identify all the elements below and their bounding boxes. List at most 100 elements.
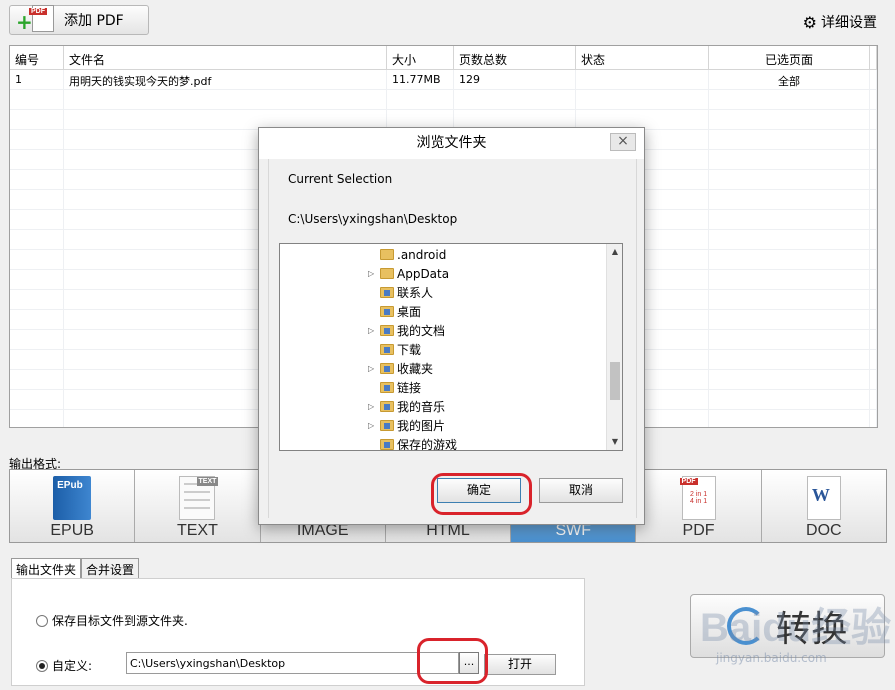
header-number[interactable]: 编号 (10, 46, 64, 69)
header-page-count[interactable]: 页数总数 (454, 46, 576, 69)
settings-button[interactable]: ⚙ 详细设置 (803, 12, 877, 32)
browse-folder-dialog: 浏览文件夹 × Current Selection C:\Users\yxing… (258, 127, 645, 525)
doc-icon: W (806, 476, 841, 520)
expand-arrow-icon[interactable]: ▷ (368, 364, 377, 373)
dialog-ok-button[interactable]: 确定 (437, 478, 521, 503)
tree-scrollbar[interactable]: ▲ ▼ (606, 244, 622, 450)
folder-name: 我的音乐 (397, 400, 446, 414)
folder-name: .android (397, 247, 447, 262)
folder-icon (380, 363, 394, 374)
folder-tree-item[interactable]: 下载 (368, 340, 421, 359)
scroll-down-icon[interactable]: ▼ (607, 434, 622, 450)
cell-spacer (870, 70, 877, 89)
folder-icon (380, 325, 394, 336)
add-pdf-button[interactable]: + PDF 添加 PDF (9, 5, 149, 35)
folder-tree-item[interactable]: ▷ AppData (368, 264, 449, 283)
cell-filename: 用明天的钱实现今天的梦.pdf (64, 70, 387, 89)
folder-tree-item[interactable]: ▷ 收藏夹 (368, 359, 433, 378)
table-row[interactable]: 1 用明天的钱实现今天的梦.pdf 11.77MB 129 全部 (10, 70, 877, 90)
table-row-empty (10, 90, 877, 110)
header-size[interactable]: 大小 (387, 46, 454, 69)
folder-icon (380, 401, 394, 412)
add-pdf-label: 添加 PDF (64, 13, 124, 29)
folder-icon (380, 268, 394, 279)
format-doc-button[interactable]: W DOC (761, 470, 886, 542)
folder-name: 桌面 (397, 305, 422, 319)
convert-label: 转换 (775, 609, 848, 650)
output-path-input[interactable]: C:\Users\yxingshan\Desktop (126, 652, 459, 674)
convert-icon (727, 607, 766, 645)
header-selected-pages[interactable]: 已选页面 (709, 46, 870, 69)
header-status[interactable]: 状态 (576, 46, 709, 69)
folder-name: 我的图片 (397, 419, 446, 433)
folder-tree[interactable]: .android ▷ AppData 联系人 桌面 ▷ 我的文档 下载 ▷ 收藏夹 链接 ▷ 我的音乐 ▷… (279, 243, 623, 451)
folder-icon (380, 420, 394, 431)
scroll-thumb[interactable] (610, 362, 620, 400)
scroll-up-icon[interactable]: ▲ (607, 244, 622, 260)
expand-arrow-icon[interactable]: ▷ (368, 402, 377, 411)
folder-name: 我的文档 (397, 324, 446, 338)
cell-status (576, 70, 709, 89)
header-spacer (870, 46, 877, 69)
radio-custom-row[interactable]: 自定义: (36, 657, 92, 674)
format-doc-label: DOC (806, 522, 842, 539)
folder-tree-item[interactable]: 链接 (368, 378, 421, 397)
radio-source-folder-label: 保存目标文件到源文件夹. (52, 614, 188, 628)
convert-button[interactable]: 转换 (690, 594, 885, 658)
folder-name: 联系人 (397, 286, 434, 300)
dialog-titlebar[interactable]: 浏览文件夹 × (259, 128, 644, 159)
folder-name: 收藏夹 (397, 362, 434, 376)
header-filename[interactable]: 文件名 (64, 46, 387, 69)
dialog-body: Current Selection C:\Users\yxingshan\Des… (268, 159, 637, 518)
cell-page-count: 129 (454, 70, 576, 89)
folder-name: 保存的游戏 (397, 438, 458, 451)
text-icon: TEXT (179, 476, 219, 520)
format-text-button[interactable]: TEXT TEXT (135, 470, 261, 542)
current-selection-label: Current Selection (288, 172, 393, 186)
format-epub-label: EPUB (50, 522, 94, 539)
folder-tree-item[interactable]: ▷ 我的音乐 (368, 397, 445, 416)
folder-icon (380, 306, 394, 317)
format-pdf-label: PDF (682, 522, 715, 539)
gear-icon: ⚙ (802, 12, 817, 32)
dialog-close-button[interactable]: × (610, 133, 636, 151)
browse-button[interactable]: ... (459, 652, 479, 674)
pdf-badge: PDF (29, 8, 47, 15)
folder-tree-item[interactable]: 保存的游戏 (368, 435, 458, 451)
add-pdf-icon: + PDF (14, 5, 58, 33)
radio-source-folder-row[interactable]: 保存目标文件到源文件夹. (36, 612, 188, 629)
dialog-title: 浏览文件夹 (416, 135, 487, 151)
folder-name: AppData (397, 266, 450, 281)
expand-arrow-icon[interactable]: ▷ (368, 269, 377, 278)
cell-size: 11.77MB (387, 70, 454, 89)
folder-icon (380, 344, 394, 355)
folder-icon (380, 382, 394, 393)
cell-number: 1 (10, 70, 64, 89)
expand-arrow-icon[interactable]: ▷ (368, 326, 377, 335)
radio-custom[interactable] (36, 659, 48, 672)
pdf-icon: PDF 2 in 14 in 1 (679, 476, 716, 520)
epub-icon: EPub (53, 476, 92, 520)
folder-icon (380, 249, 394, 260)
cell-selected-pages: 全部 (709, 70, 870, 89)
expand-arrow-icon[interactable]: ▷ (368, 421, 377, 430)
format-epub-button[interactable]: EPub EPUB (10, 470, 136, 542)
dialog-cancel-button[interactable]: 取消 (539, 478, 623, 503)
radio-source-folder[interactable] (36, 614, 48, 627)
current-path: C:\Users\yxingshan\Desktop (288, 212, 458, 226)
settings-label: 详细设置 (821, 15, 877, 31)
folder-tree-item[interactable]: 桌面 (368, 302, 421, 321)
folder-tree-item[interactable]: 联系人 (368, 283, 433, 302)
table-header: 编号 文件名 大小 页数总数 状态 已选页面 (10, 46, 877, 70)
format-pdf-button[interactable]: PDF 2 in 14 in 1 PDF (636, 470, 762, 542)
folder-tree-item[interactable]: ▷ 我的图片 (368, 416, 445, 435)
folder-name: 下载 (397, 343, 422, 357)
open-folder-button[interactable]: 打开 (484, 654, 556, 675)
format-text-label: TEXT (176, 522, 218, 539)
folder-icon (380, 439, 394, 450)
folder-tree-item[interactable]: ▷ 我的文档 (368, 321, 445, 340)
folder-tree-item[interactable]: .android (368, 245, 446, 264)
folder-name: 链接 (397, 381, 422, 395)
radio-custom-label: 自定义: (52, 659, 93, 673)
folder-icon (380, 287, 394, 298)
